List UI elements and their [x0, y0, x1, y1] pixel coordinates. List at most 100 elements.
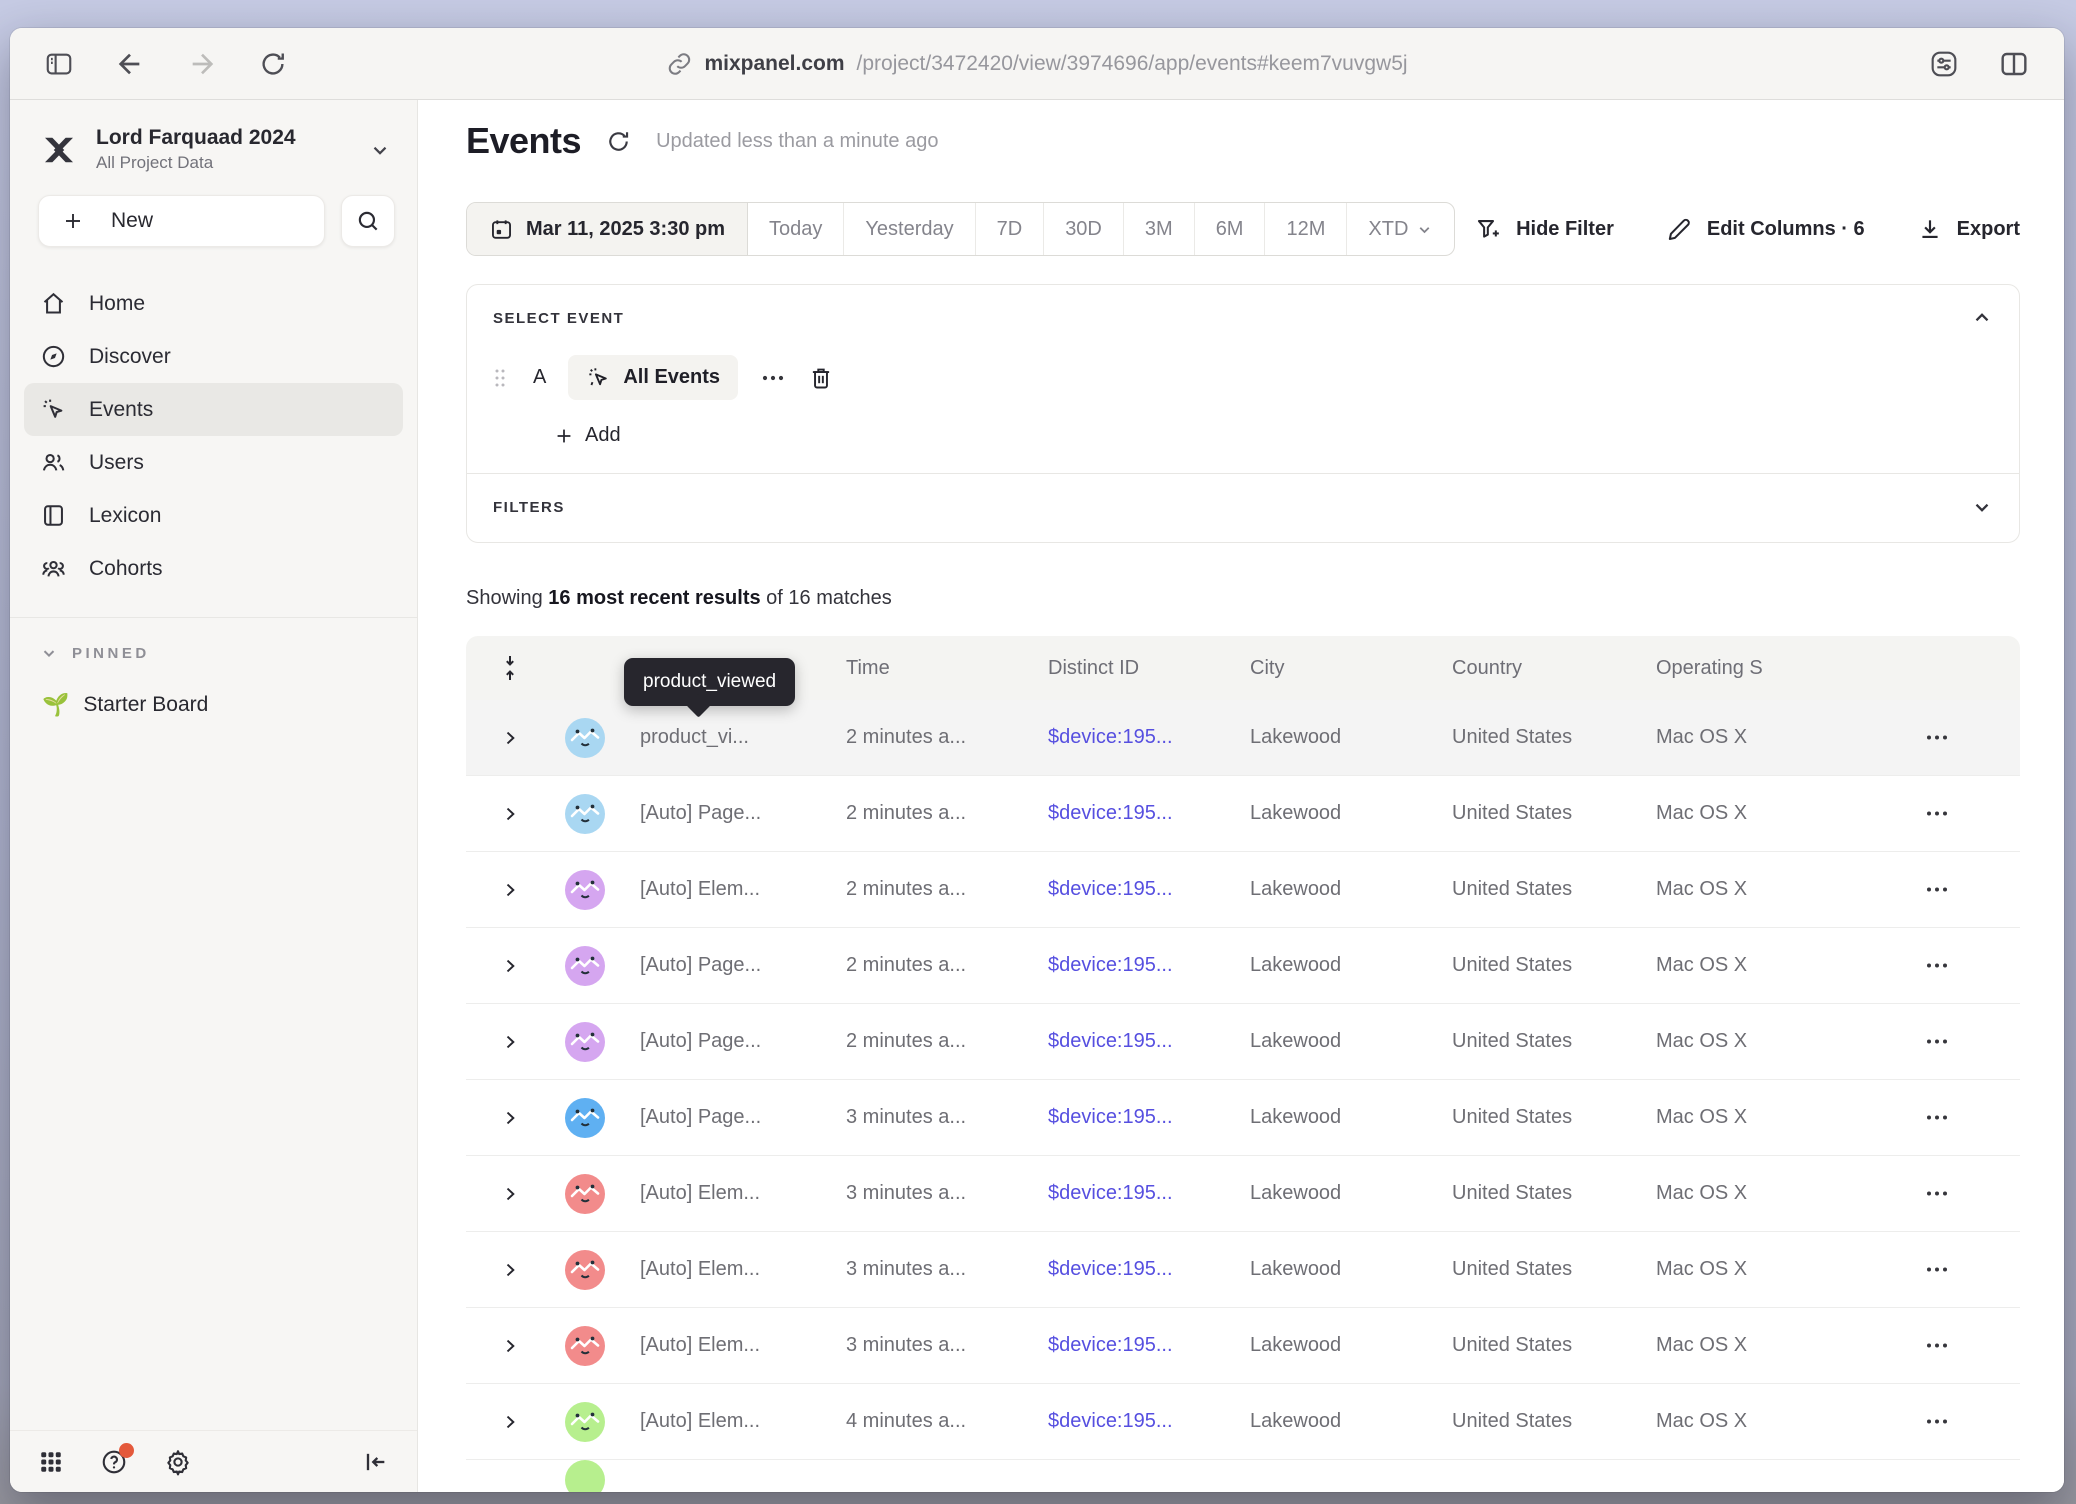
range-xtd[interactable]: XTD [1347, 203, 1454, 255]
refresh-icon[interactable] [605, 128, 632, 155]
cell-distinct-id[interactable]: $device:195... [1024, 1030, 1226, 1053]
expand-row-icon[interactable] [500, 804, 520, 824]
cell-distinct-id[interactable]: $device:195... [1024, 954, 1226, 977]
expand-row-icon[interactable] [500, 1108, 520, 1128]
apps-grid-icon[interactable] [38, 1449, 64, 1475]
row-menu-icon[interactable] [1925, 809, 1949, 818]
cell-event: [Auto] Elem... [616, 1258, 822, 1281]
sidebar-item-cohorts[interactable]: Cohorts [24, 542, 403, 595]
drag-handle-icon[interactable] [493, 367, 507, 389]
expand-row-icon[interactable] [500, 1184, 520, 1204]
cell-distinct-id[interactable]: $device:195... [1024, 878, 1226, 901]
search-button[interactable] [341, 195, 395, 247]
cell-distinct-id[interactable]: $device:195... [1024, 802, 1226, 825]
table-row[interactable]: [Auto] Page... 2 minutes a... $device:19… [466, 776, 2020, 852]
event-more-icon[interactable] [760, 373, 786, 383]
export-button[interactable]: Export [1917, 216, 2020, 242]
col-os: Operating S [1632, 657, 1830, 680]
filters-section[interactable]: FILTERS [467, 473, 2019, 542]
range-7d[interactable]: 7D [976, 203, 1045, 255]
cell-distinct-id[interactable]: $device:195... [1024, 1334, 1226, 1357]
row-menu-icon[interactable] [1925, 961, 1949, 970]
sidebar-nav: Home Discover Events [10, 277, 417, 595]
cell-os: Mac OS X [1632, 802, 1830, 825]
table-row[interactable]: [Auto] Elem... 3 minutes a... $device:19… [466, 1156, 2020, 1232]
date-picker[interactable]: Mar 11, 2025 3:30 pm [467, 203, 748, 255]
add-event-button[interactable]: Add [553, 424, 621, 447]
sidebar-item-users[interactable]: Users [24, 436, 403, 489]
cell-time: 2 minutes a... [822, 802, 1024, 825]
row-menu-icon[interactable] [1925, 1341, 1949, 1350]
expand-row-icon[interactable] [500, 1336, 520, 1356]
cell-time: 3 minutes a... [822, 1334, 1024, 1357]
row-menu-icon[interactable] [1925, 1189, 1949, 1198]
table-row[interactable]: [Auto] Elem... 3 minutes a... $device:19… [466, 1308, 2020, 1384]
cell-distinct-id[interactable]: $device:195... [1024, 1258, 1226, 1281]
row-menu-icon[interactable] [1925, 1037, 1949, 1046]
table-row[interactable]: [Auto] Page... 2 minutes a... $device:19… [466, 1004, 2020, 1080]
range-yesterday[interactable]: Yesterday [844, 203, 975, 255]
table-row[interactable]: [Auto] Elem... 4 minutes a... $device:19… [466, 1384, 2020, 1460]
row-menu-icon[interactable] [1925, 1417, 1949, 1426]
collapse-sidebar-icon[interactable] [361, 1448, 389, 1476]
table-row[interactable]: [Auto] Elem... 3 minutes a... $device:19… [466, 1232, 2020, 1308]
settings-gear-icon[interactable] [164, 1448, 192, 1476]
reload-icon[interactable] [258, 49, 288, 79]
filters-title: FILTERS [493, 499, 565, 516]
chevron-down-icon [369, 139, 391, 161]
row-menu-icon[interactable] [1925, 1265, 1949, 1274]
sidebar-item-starter-board[interactable]: 🌱 Starter Board [10, 662, 417, 718]
expand-row-icon[interactable] [500, 956, 520, 976]
expand-row-icon[interactable] [500, 728, 520, 748]
range-6m[interactable]: 6M [1195, 203, 1266, 255]
event-selector[interactable]: All Events [568, 355, 738, 400]
expand-row-icon[interactable] [500, 1032, 520, 1052]
collapse-rows-icon[interactable] [498, 653, 522, 683]
hide-filter-button[interactable]: Hide Filter [1475, 216, 1614, 243]
cell-country: United States [1428, 1030, 1632, 1053]
edit-columns-button[interactable]: Edit Columns · 6 [1666, 216, 1865, 243]
page-settings-icon[interactable] [1928, 48, 1960, 80]
expand-row-icon[interactable] [500, 1412, 520, 1432]
cell-distinct-id[interactable]: $device:195... [1024, 1106, 1226, 1129]
sidebar-item-events[interactable]: Events [24, 383, 403, 436]
cohorts-icon [40, 555, 67, 582]
row-menu-icon[interactable] [1925, 733, 1949, 742]
cell-country: United States [1428, 802, 1632, 825]
row-menu-icon[interactable] [1925, 1113, 1949, 1122]
collapse-section-icon[interactable] [1971, 307, 1993, 329]
address-bar[interactable]: mixpanel.com/project/3472420/view/397469… [666, 28, 1407, 99]
cell-distinct-id[interactable]: $device:195... [1024, 1410, 1226, 1433]
cell-time: 3 minutes a... [822, 1106, 1024, 1129]
browser-sidebar-toggle-icon[interactable] [44, 49, 74, 79]
row-menu-icon[interactable] [1925, 885, 1949, 894]
delete-event-icon[interactable] [808, 365, 834, 391]
back-icon[interactable] [114, 48, 146, 80]
edit-columns-label: Edit Columns · 6 [1707, 218, 1865, 241]
cell-country: United States [1428, 726, 1632, 749]
forward-icon[interactable] [186, 48, 218, 80]
expand-row-icon[interactable] [500, 880, 520, 900]
table-row[interactable]: [Auto] Page... 2 minutes a... $device:19… [466, 928, 2020, 1004]
cell-os: Mac OS X [1632, 1030, 1830, 1053]
cell-distinct-id[interactable]: $device:195... [1024, 1182, 1226, 1205]
sidebar: Lord Farquaad 2024 All Project Data New [10, 100, 418, 1492]
table-row[interactable]: [Auto] Page... 3 minutes a... $device:19… [466, 1080, 2020, 1156]
range-today[interactable]: Today [748, 203, 844, 255]
range-3m[interactable]: 3M [1124, 203, 1195, 255]
expand-row-icon[interactable] [500, 1260, 520, 1280]
url-path: /project/3472420/view/3974696/app/events… [857, 52, 1408, 76]
sidebar-item-discover[interactable]: Discover [24, 330, 403, 383]
sidebar-item-home[interactable]: Home [24, 277, 403, 330]
split-view-icon[interactable] [1998, 48, 2030, 80]
cell-distinct-id[interactable]: $device:195... [1024, 726, 1226, 749]
range-30d[interactable]: 30D [1044, 203, 1124, 255]
sidebar-item-lexicon[interactable]: Lexicon [24, 489, 403, 542]
table-row[interactable]: [Auto] Elem... 2 minutes a... $device:19… [466, 852, 2020, 928]
pinned-section-toggle[interactable]: PINNED [10, 618, 417, 662]
new-button[interactable]: New [38, 195, 325, 247]
toolbar: Mar 11, 2025 3:30 pm Today Yesterday 7D … [466, 202, 2020, 256]
notification-badge [119, 1443, 134, 1458]
range-12m[interactable]: 12M [1265, 203, 1347, 255]
project-switcher[interactable]: Lord Farquaad 2024 All Project Data [10, 100, 417, 173]
